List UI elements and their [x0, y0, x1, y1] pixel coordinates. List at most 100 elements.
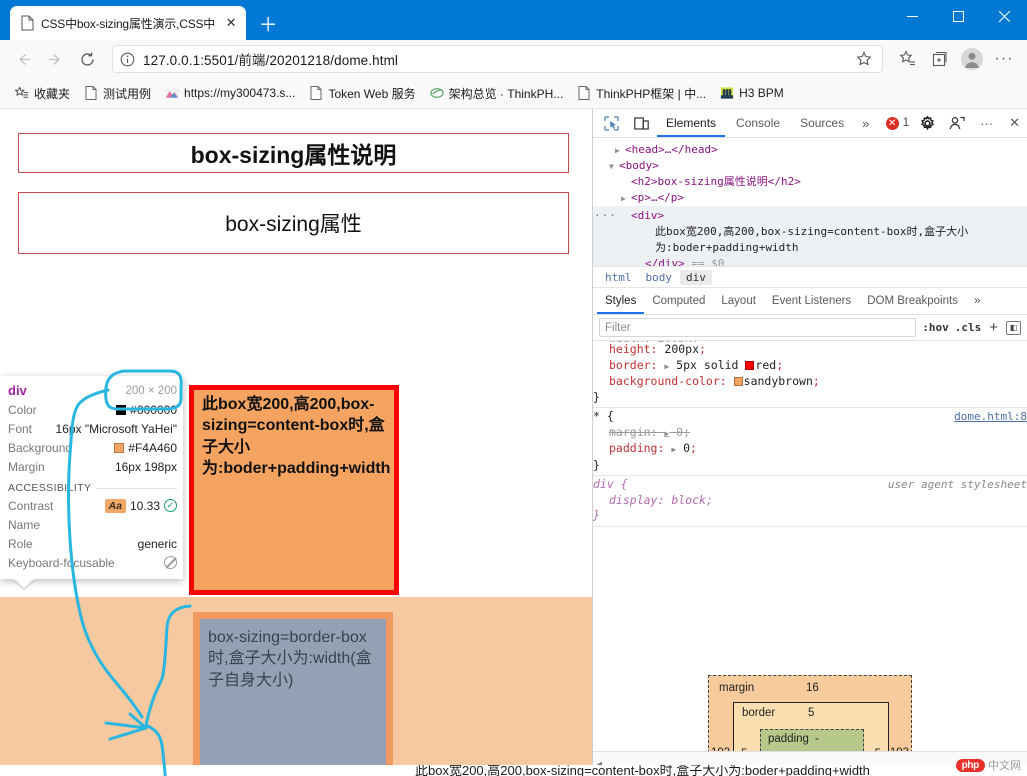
- dom-line[interactable]: ▶ <p>…</p>: [593, 190, 1027, 206]
- css-rule-div-ua[interactable]: div { user agent stylesheet display: blo…: [593, 476, 1027, 527]
- prop-value[interactable]: sandybrown: [744, 374, 813, 388]
- bookmark-item[interactable]: Token Web 服务: [302, 82, 422, 105]
- content-box-demo[interactable]: 此box宽200,高200,box-sizing=content-box时,盒子…: [189, 385, 399, 595]
- cls-button[interactable]: .cls: [955, 321, 982, 334]
- border-box-demo[interactable]: box-sizing=border-box时,盒子大小为:width(盒子自身大…: [193, 612, 393, 776]
- tab-console[interactable]: Console: [727, 109, 789, 137]
- toggle-computed-sidebar-button[interactable]: ◧: [1006, 320, 1021, 335]
- tab-computed[interactable]: Computed: [644, 288, 713, 314]
- bookmark-label: ThinkPHP框架 | 中...: [596, 86, 707, 101]
- prop-value[interactable]: 0: [676, 425, 683, 439]
- browser-toolbar: 127.0.0.1:5501/前端/20201218/dome.html ···: [0, 40, 1027, 78]
- inspect-cursor-icon[interactable]: [597, 111, 625, 135]
- error-icon: ✕: [885, 116, 899, 130]
- device-toolbar-icon[interactable]: [627, 111, 655, 135]
- bookmark-item[interactable]: ThinkPHP框架 | 中...: [570, 82, 713, 105]
- tab-dom-breakpoints[interactable]: DOM Breakpoints: [859, 288, 966, 314]
- hov-button[interactable]: :hov: [922, 321, 949, 334]
- back-icon[interactable]: [8, 44, 38, 74]
- bookmark-label: 架构总览 · ThinkPH...: [448, 86, 564, 101]
- minimize-icon[interactable]: [889, 0, 935, 32]
- expand-arrow-icon[interactable]: ▶: [664, 362, 669, 371]
- browser-tab[interactable]: CSS中box-sizing属性演示,CSS中 ✕: [10, 6, 247, 40]
- breadcrumb-div[interactable]: div: [680, 269, 712, 285]
- url-text[interactable]: 127.0.0.1:5501/前端/20201218/dome.html: [143, 49, 845, 69]
- page-heading: box-sizing属性说明: [18, 133, 569, 173]
- css-rule-universal[interactable]: * { dome.html:8 margin: ▶ 0; padding: ▶ …: [593, 408, 1027, 476]
- devtools-close-icon[interactable]: ✕: [1002, 115, 1027, 131]
- twisty-icon[interactable]: ▶: [621, 191, 631, 207]
- gear-icon[interactable]: [913, 111, 941, 135]
- new-style-rule-button[interactable]: +: [987, 319, 1000, 336]
- color-swatch[interactable]: [745, 360, 755, 370]
- rule-close-brace: }: [593, 457, 600, 472]
- tabs-overflow-icon[interactable]: »: [855, 116, 876, 131]
- dom-line[interactable]: <h2>box-sizing属性说明</h2>: [593, 174, 1027, 190]
- address-bar[interactable]: 127.0.0.1:5501/前端/20201218/dome.html: [112, 45, 883, 73]
- reload-icon[interactable]: [72, 44, 102, 74]
- dom-line[interactable]: ▶ <head>…</head>: [593, 142, 1027, 158]
- tab-layout[interactable]: Layout: [713, 288, 764, 314]
- node-ellipsis-icon[interactable]: ···: [594, 208, 617, 224]
- declaration-background-color[interactable]: background-color: sandybrown;: [593, 374, 1027, 390]
- collections-icon[interactable]: [925, 44, 955, 74]
- padding-top-value[interactable]: -: [815, 733, 819, 745]
- tooltip-key: Color: [8, 402, 37, 417]
- star-icon[interactable]: [853, 48, 875, 70]
- expand-arrow-icon[interactable]: ▶: [664, 429, 669, 438]
- tab-event-listeners[interactable]: Event Listeners: [764, 288, 859, 314]
- border-top-value[interactable]: 5: [808, 707, 814, 719]
- prop-value[interactable]: 200px: [664, 342, 699, 356]
- margin-top-value[interactable]: 16: [806, 682, 819, 694]
- declaration-padding[interactable]: padding: ▶ 0;: [593, 441, 1027, 458]
- prop-value[interactable]: 5px solid red5px solid red: [676, 358, 776, 372]
- tooltip-element-name: div: [8, 383, 27, 398]
- color-swatch[interactable]: [733, 377, 743, 386]
- account-icon[interactable]: [943, 111, 971, 135]
- bookmark-label: https://my300473.s...: [184, 86, 296, 100]
- tooltip-key: Name: [8, 517, 41, 532]
- breadcrumb: html body div: [593, 266, 1027, 288]
- error-badge[interactable]: ✕ 1: [885, 116, 911, 130]
- profile-avatar[interactable]: [957, 44, 987, 74]
- close-icon[interactable]: ✕: [222, 14, 240, 32]
- twisty-icon[interactable]: ▼: [609, 159, 619, 175]
- tab-elements[interactable]: Elements: [657, 109, 725, 137]
- style-tabs-overflow-icon[interactable]: »: [966, 288, 988, 314]
- tab-title: CSS中box-sizing属性演示,CSS中: [41, 16, 216, 31]
- tab-sources[interactable]: Sources: [791, 109, 853, 137]
- tab-styles[interactable]: Styles: [597, 288, 644, 314]
- page-icon: [84, 85, 98, 101]
- maximize-icon[interactable]: [935, 0, 981, 32]
- devtools-panel: Elements Console Sources » ✕ 1 ··· ✕ ▶ <h…: [592, 109, 1027, 776]
- devtools-more-icon[interactable]: ···: [973, 116, 1000, 131]
- bottom-cut-text-strip: 此box宽200,高200,box-sizing=content-box时,盒子…: [0, 765, 1027, 776]
- bookmark-item[interactable]: 测试用例: [77, 82, 158, 105]
- prop-value[interactable]: 0: [683, 441, 690, 455]
- new-tab-button[interactable]: ＋: [254, 9, 282, 37]
- declaration-height[interactable]: height: 200px;: [593, 342, 1027, 358]
- info-icon[interactable]: [120, 52, 135, 67]
- breadcrumb-body[interactable]: body: [640, 270, 679, 285]
- css-rule-element[interactable]: width: 200px; height: 200px; border: ▶ 5…: [593, 341, 1027, 408]
- h3bpm-icon: [720, 85, 734, 101]
- add-favorite-icon[interactable]: [893, 44, 923, 74]
- expand-arrow-icon[interactable]: ▶: [671, 445, 676, 454]
- twisty-icon[interactable]: ▶: [615, 143, 625, 159]
- rule-close-brace: }: [593, 389, 600, 404]
- tooltip-tail: [14, 579, 34, 588]
- dom-line[interactable]: ▼ <body>: [593, 158, 1027, 174]
- dom-selected-node[interactable]: ··· <div> 此box宽200,高200,box-sizing=conte…: [593, 206, 1027, 266]
- bookmark-item[interactable]: H3 BPM: [713, 82, 791, 104]
- forward-icon[interactable]: [40, 44, 70, 74]
- close-window-icon[interactable]: [981, 0, 1027, 32]
- declaration-border[interactable]: border: ▶ 5px solid red5px solid red;: [593, 358, 1027, 375]
- breadcrumb-html[interactable]: html: [599, 270, 638, 285]
- bookmark-item[interactable]: https://my300473.s...: [158, 82, 302, 104]
- rule-source-link[interactable]: dome.html:8: [954, 409, 1027, 425]
- declaration-margin[interactable]: margin: ▶ 0;: [593, 425, 1027, 442]
- more-options-icon[interactable]: ···: [989, 44, 1019, 74]
- bookmark-item[interactable]: 架构总览 · ThinkPH...: [423, 82, 571, 105]
- bookmark-favorites-bar[interactable]: 收藏夹: [8, 82, 77, 105]
- filter-input[interactable]: Filter: [599, 318, 917, 337]
